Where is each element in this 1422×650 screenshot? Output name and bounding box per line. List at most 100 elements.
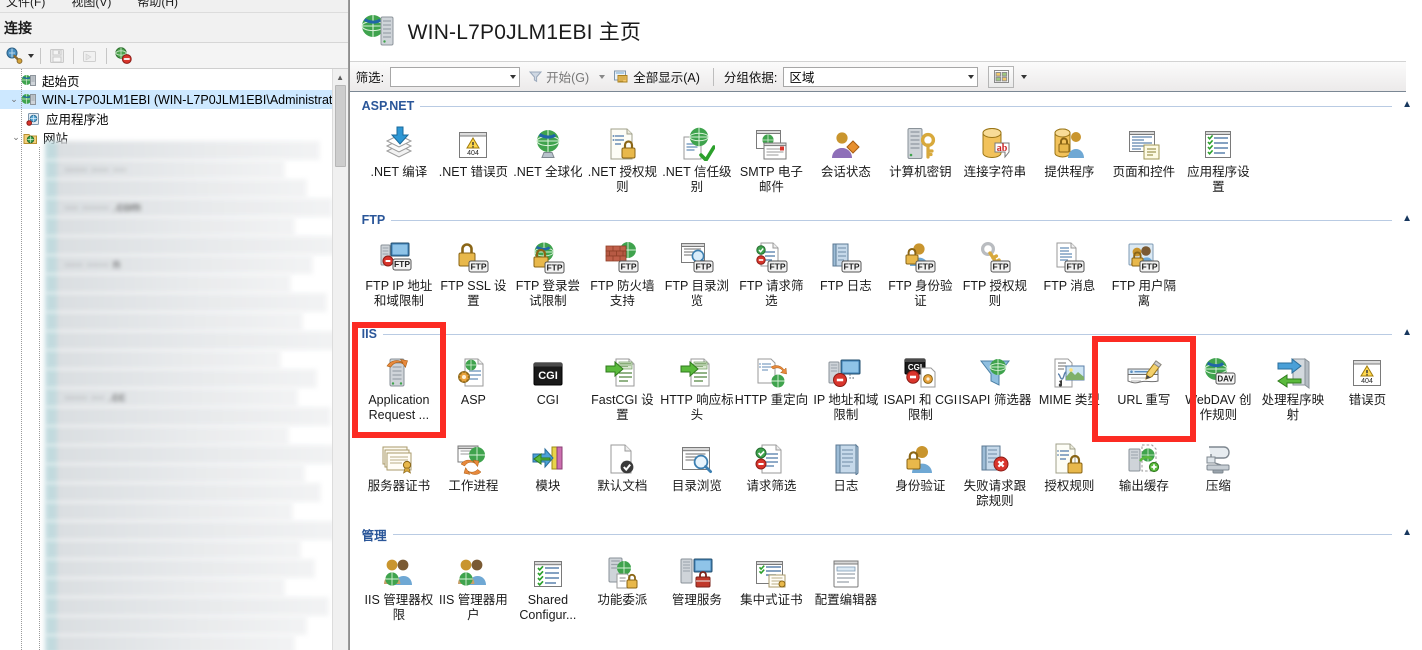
feature-ftp-logging[interactable]: FTP FTP 日志 xyxy=(809,232,884,318)
start-filter-caret[interactable] xyxy=(599,74,606,79)
feature-ftp-authentication[interactable]: FTP FTP 身份验证 xyxy=(883,232,958,318)
configuration-editor-icon xyxy=(830,549,862,589)
chevron-up-icon[interactable]: ▲ xyxy=(1402,327,1412,338)
feature-ip-address-domain-restrictions[interactable]: IP 地址和域限制 xyxy=(809,346,884,432)
open-icon[interactable] xyxy=(80,46,100,66)
app-pools-icon xyxy=(26,112,41,126)
show-all-button[interactable]: 全部显示(A) xyxy=(611,66,703,88)
view-mode-button[interactable] xyxy=(988,65,1015,88)
connect-to-icon[interactable] xyxy=(4,46,24,66)
feature-iis-manager-permissions[interactable]: IIS 管理器权限 xyxy=(362,546,437,632)
feature-smtp-email[interactable]: SMTP 电子邮件 xyxy=(734,118,809,204)
webdav-authoring-rules-icon: DAV xyxy=(1200,349,1236,389)
feature-shared-configuration[interactable]: Shared Configur... xyxy=(511,546,586,632)
feature-http-response-headers[interactable]: HTTP 响应标头 xyxy=(660,346,735,432)
feature-ftp-request-filtering[interactable]: FTP FTP 请求筛选 xyxy=(734,232,809,318)
feature-modules[interactable]: 模块 xyxy=(511,432,586,518)
feature-net-compilation[interactable]: .NET 编译 xyxy=(362,118,437,204)
feature-providers[interactable]: 提供程序 xyxy=(1032,118,1107,204)
feature-ftp-logon-attempt[interactable]: FTP FTP 登录尝试限制 xyxy=(511,232,586,318)
feature-ftp-ip-restrictions[interactable]: FTP FTP IP 地址和域限制 xyxy=(362,232,437,318)
tree-item-application-pools[interactable]: 应用程序池 xyxy=(0,109,348,128)
disconnect-icon[interactable] xyxy=(113,46,133,66)
scroll-up-arrow[interactable]: ▲ xyxy=(333,69,348,85)
feature-authorization-rules[interactable]: 授权规则 xyxy=(1032,432,1107,518)
feature-server-certificates[interactable]: 服务器证书 xyxy=(362,432,437,518)
features-grid: ASP.NET ▲ .NET 编译 404 .NET 错误页 .NET 全球化 … xyxy=(349,92,1422,650)
menu-item-file[interactable]: 文件(F) xyxy=(6,0,45,8)
menu-item-help[interactable]: 帮助(H) xyxy=(137,0,178,8)
menu-item-view[interactable]: 视图(V) xyxy=(71,0,111,8)
feature-request-filtering[interactable]: 请求筛选 xyxy=(734,432,809,518)
feature-application-settings[interactable]: 应用程序设置 xyxy=(1181,118,1256,204)
feature-logging[interactable]: 日志 xyxy=(809,432,884,518)
tree-item-server[interactable]: ⌄ WIN-L7P0JLM1EBI (WIN-L7P0JLM1EBI\Admin… xyxy=(0,90,348,109)
feature-output-caching[interactable]: 输出缓存 xyxy=(1107,432,1182,518)
feature-ftp-directory-browsing[interactable]: FTP FTP 目录浏览 xyxy=(660,232,735,318)
save-icon[interactable] xyxy=(47,46,67,66)
chevron-up-icon[interactable]: ▲ xyxy=(1402,99,1412,110)
feature-asp[interactable]: ASP xyxy=(436,346,511,432)
feature-net-trust-levels[interactable]: .NET 信任级别 xyxy=(660,118,735,204)
feature-label: FTP 目录浏览 xyxy=(664,279,730,308)
feature-ftp-firewall-support[interactable]: FTP FTP 防火墙支持 xyxy=(585,232,660,318)
chevron-up-icon[interactable]: ▲ xyxy=(1402,213,1412,224)
feature-handler-mappings[interactable]: 处理程序映射 xyxy=(1256,346,1331,432)
tree-expander[interactable] xyxy=(8,75,20,87)
feature-label: .NET 编译 xyxy=(370,165,428,179)
feature-ftp-user-isolation[interactable]: FTP FTP 用户隔离 xyxy=(1107,232,1182,318)
tree-item-start-page[interactable]: 起始页 xyxy=(0,71,348,90)
feature-authentication[interactable]: 身份验证 xyxy=(883,432,958,518)
feature-compression[interactable]: 压缩 xyxy=(1181,432,1256,518)
feature-failed-request-tracing-rules[interactable]: 失败请求跟踪规则 xyxy=(958,432,1033,518)
feature-http-redirect[interactable]: HTTP 重定向 xyxy=(734,346,809,432)
tree-expander-server[interactable]: ⌄ xyxy=(8,94,20,106)
scroll-thumb[interactable] xyxy=(334,85,346,167)
feature-isapi-cgi-restrictions[interactable]: CGI ISAPI 和 CGI 限制 xyxy=(883,346,958,432)
connect-to-dropdown-caret[interactable] xyxy=(28,53,34,58)
feature-pages-and-controls[interactable]: 页面和控件 xyxy=(1107,118,1182,204)
feature-default-document[interactable]: 默认文档 xyxy=(585,432,660,518)
feature-url-rewrite[interactable]: URL 重写 xyxy=(1107,346,1182,432)
feature-fastcgi-settings[interactable]: FastCGI 设置 xyxy=(585,346,660,432)
feature-machine-key[interactable]: 计算机密钥 xyxy=(883,118,958,204)
feature-application-request-routing[interactable]: Application Request ... xyxy=(362,346,437,432)
menu-bar: 文件(F) 视图(V) 帮助(H) xyxy=(0,0,348,13)
group-by-caret[interactable] xyxy=(968,74,975,79)
feature-ftp-ssl-settings[interactable]: FTP FTP SSL 设置 xyxy=(436,232,511,318)
start-filter-button[interactable]: 开始(G) xyxy=(526,66,592,88)
feature-directory-browsing[interactable]: 目录浏览 xyxy=(660,432,735,518)
svg-text:CGI: CGI xyxy=(538,370,558,382)
feature-net-error-pages[interactable]: 404 .NET 错误页 xyxy=(436,118,511,204)
filter-dropdown-caret[interactable] xyxy=(510,74,517,79)
feature-configuration-editor[interactable]: 配置编辑器 xyxy=(809,546,884,632)
feature-error-pages[interactable]: 404 错误页 xyxy=(1330,346,1405,432)
feature-iis-manager-users[interactable]: IIS 管理器用户 xyxy=(436,546,511,632)
connections-tree[interactable]: 起始页 ⌄ WIN-L7P0JLM1EBI (WIN-L7P0JLM1EBI\A… xyxy=(0,69,348,650)
svg-text:FTP: FTP xyxy=(992,261,1008,271)
feature-worker-processes[interactable]: 工作进程 xyxy=(436,432,511,518)
feature-feature-delegation[interactable]: 功能委派 xyxy=(585,546,660,632)
filter-input[interactable] xyxy=(390,66,521,87)
feature-centralized-certificates[interactable]: 集中式证书 xyxy=(734,546,809,632)
svg-text:FTP: FTP xyxy=(770,261,786,271)
feature-ftp-authorization-rules[interactable]: FTP FTP 授权规则 xyxy=(958,232,1033,318)
feature-isapi-filters[interactable]: ISAPI 筛选器 xyxy=(958,346,1033,432)
group-by-select[interactable]: 区域 xyxy=(783,66,979,87)
feature-connection-strings[interactable]: ab 连接字符串 xyxy=(958,118,1033,204)
feature-webdav-authoring-rules[interactable]: DAV WebDAV 创作规则 xyxy=(1181,346,1256,432)
ftp-authentication-icon: FTP xyxy=(902,235,938,275)
chevron-up-icon[interactable]: ▲ xyxy=(1402,527,1412,538)
view-mode-caret[interactable] xyxy=(1021,74,1028,79)
feature-ftp-messages[interactable]: FTP FTP 消息 xyxy=(1032,232,1107,318)
feature-session-state[interactable]: 会话状态 xyxy=(809,118,884,204)
feature-net-globalization[interactable]: .NET 全球化 xyxy=(511,118,586,204)
redacted-site-list[interactable]: ····· ···· ··· ··· ······ .com ···· ····… xyxy=(0,141,345,650)
feature-label: .NET 信任级别 xyxy=(662,165,732,194)
feature-net-authorization-rules[interactable]: .NET 授权规则 xyxy=(585,118,660,204)
feature-management-service[interactable]: 管理服务 xyxy=(660,546,735,632)
ftp-ip-restrictions-icon: FTP xyxy=(379,235,419,275)
tree-vertical-scrollbar[interactable]: ▲ xyxy=(331,69,348,650)
feature-cgi[interactable]: CGI CGI xyxy=(511,346,586,432)
feature-mime-types[interactable]: MIME 类型 xyxy=(1032,346,1107,432)
